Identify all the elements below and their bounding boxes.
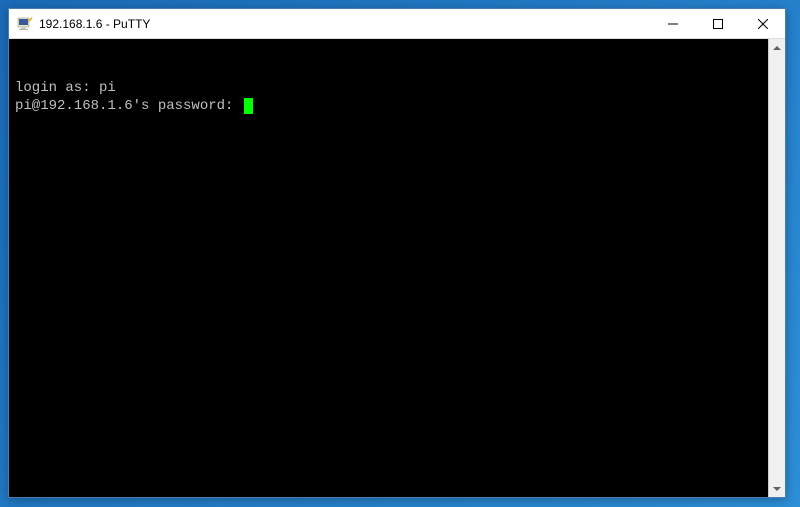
scroll-up-button[interactable]	[769, 39, 785, 56]
terminal-cursor	[244, 98, 253, 114]
maximize-button[interactable]	[695, 9, 740, 38]
titlebar[interactable]: 192.168.1.6 - PuTTY	[9, 9, 785, 39]
login-input: pi	[99, 80, 116, 96]
window-controls	[650, 9, 785, 38]
putty-window: 192.168.1.6 - PuTTY login as: pipi@192.1…	[8, 8, 786, 498]
minimize-button[interactable]	[650, 9, 695, 38]
window-title: 192.168.1.6 - PuTTY	[39, 17, 650, 31]
password-prompt: pi@192.168.1.6's password:	[15, 98, 242, 114]
client-area: login as: pipi@192.168.1.6's password:	[9, 39, 785, 497]
vertical-scrollbar[interactable]	[768, 39, 785, 497]
login-prompt: login as:	[15, 80, 99, 96]
scroll-down-button[interactable]	[769, 480, 785, 497]
terminal-line: pi@192.168.1.6's password:	[15, 97, 762, 115]
chevron-up-icon	[773, 46, 781, 50]
terminal[interactable]: login as: pipi@192.168.1.6's password:	[9, 39, 768, 497]
terminal-line: login as: pi	[15, 79, 762, 97]
close-button[interactable]	[740, 9, 785, 38]
chevron-down-icon	[773, 487, 781, 491]
putty-icon	[17, 16, 33, 32]
scroll-track[interactable]	[769, 56, 785, 480]
